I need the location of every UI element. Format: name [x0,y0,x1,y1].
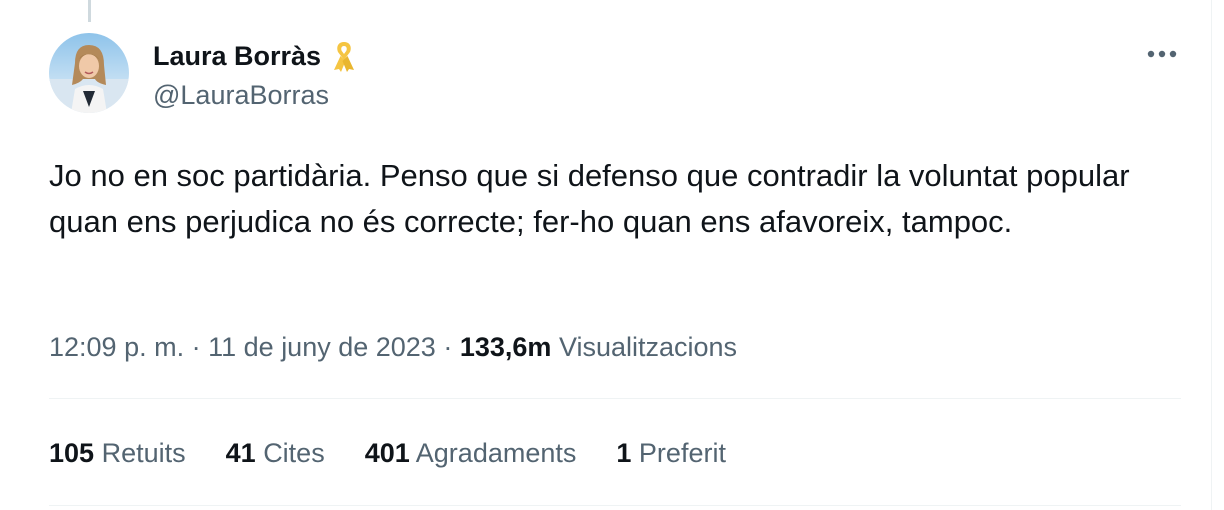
quotes-stat[interactable]: 41 Cites [226,435,325,471]
author-name-row: Laura Borràs [153,39,357,73]
retweets-stat[interactable]: 105 Retuits [49,435,186,471]
meta-separator: · [443,332,453,362]
views-label: Visualitzacions [558,332,738,362]
bookmarks-stat[interactable]: 1 Preferit [616,435,726,471]
tweet-text: Jo no en soc partidària. Penso que si de… [49,158,1130,239]
quotes-label: Cites [263,438,325,468]
avatar[interactable] [49,33,129,113]
thread-connector-line [88,0,91,22]
meta-separator: · [191,332,201,362]
bookmarks-label: Preferit [638,438,726,468]
more-options-button[interactable] [1140,38,1184,70]
bookmarks-count: 1 [616,438,632,468]
yellow-ribbon-icon [331,39,357,73]
avatar-image [49,33,129,113]
views-count: 133,6m [459,332,552,362]
likes-label: Agradaments [415,438,577,468]
divider [49,398,1181,399]
likes-count: 401 [364,438,410,468]
retweets-label: Retuits [101,438,186,468]
divider [49,505,1181,506]
likes-stat[interactable]: 401 Agradaments [365,435,577,471]
engagement-stats: 105 Retuits 41 Cites 401 Agradaments 1 P… [49,435,766,471]
quotes-count: 41 [225,438,256,468]
tweet-date[interactable]: 11 de juny de 2023 [208,332,436,362]
retweets-count: 105 [49,438,95,468]
more-dots-icon [1147,50,1177,58]
tweet-time[interactable]: 12:09 p. m. [49,332,184,362]
author-display-name[interactable]: Laura Borràs [153,40,321,72]
tweet-meta: 12:09 p. m. · 11 de juny de 2023 · 133,6… [49,329,737,365]
tweet-card [0,0,1212,510]
author-handle[interactable]: @LauraBorras [153,79,329,111]
